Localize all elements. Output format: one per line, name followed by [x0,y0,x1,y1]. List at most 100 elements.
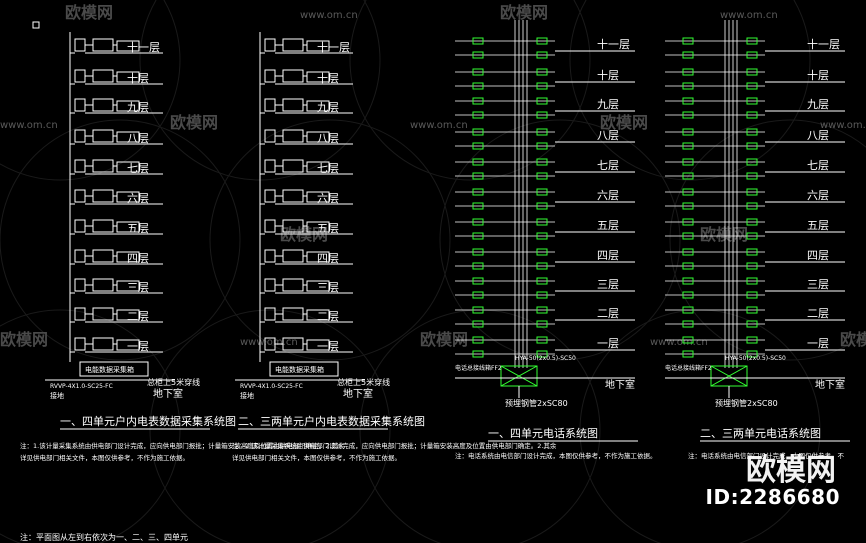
terminal-box [264,189,276,203]
meter-box [92,337,114,351]
site-watermark: www.om.cn [650,337,708,348]
floor-label: 十层 [807,68,829,82]
site-watermark: www.om.cn [0,120,58,131]
terminal-box [264,278,276,292]
floor-label: 五层 [597,219,619,232]
floor-label: 二层 [807,307,829,320]
floor-label: 四层 [807,249,829,262]
main-box-label: 电话总接线箱FF2 [665,364,712,372]
floor-label: 一层 [597,337,619,350]
cable-label: RVVP-4X1.0-SC25-FC [240,383,303,390]
cad-drawing: www.om.cn www.om.cn www.om.cn www.om.cn www.… [0,0,866,543]
floor-label: 八层 [597,129,619,142]
floor-label: 三层 [597,278,619,291]
basement-label: 地下室 [343,387,373,400]
collector-box-label: 电能数据采集箱 [275,365,324,374]
terminal-box [264,38,276,52]
floor-label: 十一层 [597,37,630,51]
watermark-circle [0,0,181,181]
floor-label: 一层 [807,337,829,350]
floor-label: 十层 [317,71,339,85]
floor-label: 十一层 [317,40,350,54]
site-watermark: www.om.cn [720,10,778,21]
floor-label: 二层 [597,307,619,320]
floor-label: 六层 [127,192,149,205]
brand-watermark-faint: 欧模网 [420,330,468,349]
wall-label: 总柜上5米穿线 [147,377,200,387]
meter-box [92,69,114,83]
pipe-label: 预埋钢管2xSC80 [715,398,778,408]
panel-note: 注：电话系统由电信部门设计完成，本图仅供参考，不作为施工依据。 [455,451,657,460]
brand-watermark-faint: 欧模网 [65,3,113,22]
brand-watermark-faint: 欧模网 [840,330,866,349]
floor-label: 五层 [317,222,339,235]
terminal-box [74,38,86,52]
floor-label: 八层 [317,132,339,145]
terminal-box [74,189,86,203]
meter-box [282,189,304,203]
brand-watermark: 欧模网 [746,453,836,488]
footer-note: 注：平面图从左到右依次为一、二、三、四单元 [20,532,188,542]
floor-label: 九层 [807,98,829,111]
terminal-box [74,129,86,143]
floor-label: 八层 [127,132,149,145]
meter-box [282,98,304,112]
floor-label: 九层 [317,101,339,114]
terminal-box [74,278,86,292]
brand-watermark-faint: 欧模网 [500,3,548,22]
terminal-box [264,98,276,112]
floor-label: 四层 [127,252,149,265]
terminal-box [74,69,86,83]
meter-box [92,38,114,52]
meter-box [282,69,304,83]
brand-watermark-faint: 欧模网 [700,225,748,244]
meter-box [282,159,304,173]
floor-label: 十一层 [807,37,840,51]
terminal-box [264,69,276,83]
meter-box [92,159,114,173]
watermark-circle [569,0,811,181]
id-watermark: ID:2286680 [705,485,840,509]
terminal-box [74,159,86,173]
floor-label: 六层 [317,192,339,205]
floor-label: 六层 [807,189,829,202]
floor-label: 三层 [317,281,339,294]
terminal-box [264,219,276,233]
floor-label: 三层 [127,281,149,294]
basement-label: 地下室 [153,387,183,400]
meter-box [92,129,114,143]
brand-watermark-faint: 欧模网 [0,330,48,349]
watermark-circle [209,119,451,361]
floor-label: 三层 [807,278,829,291]
floor-label: 十层 [597,68,619,82]
floor-label: 六层 [597,189,619,202]
basement-label: 地下室 [605,378,635,391]
panel-note: 详见供电部门相关文件，本图仅供参考，不作为施工依据。 [232,453,401,462]
floor-label: 四层 [597,249,619,262]
panel-title: 二、三两单元电话系统图 [700,427,821,440]
terminal-box [74,307,86,321]
panel-title: 一、四单元户内电表数据采集系统图 [60,414,236,428]
terminal-box [74,98,86,112]
collector-box-label: 电能数据采集箱 [85,365,134,374]
site-watermark: www.om.cn [240,337,298,348]
floor-label: 九层 [127,101,149,114]
site-watermark: www.om.cn [410,120,468,131]
floor-label: 七层 [127,162,149,175]
pipe-label: 预埋钢管2xSC80 [505,398,568,408]
floor-label: 九层 [597,98,619,111]
meter-box [92,98,114,112]
site-watermark: www.om.cn [300,10,358,21]
terminal-box [74,337,86,351]
meter-box [282,278,304,292]
floor-label: 十一层 [127,40,160,54]
meter-box [282,249,304,263]
meter-box [92,219,114,233]
panel-title: 二、三两单元户内电表数据采集系统图 [238,414,425,428]
floor-label: 八层 [807,129,829,142]
meter-box [92,249,114,263]
floor-label: 五层 [807,219,829,232]
panel-title: 一、四单元电话系统图 [488,427,598,440]
watermark-circle [349,0,591,181]
floor-label: 十层 [127,71,149,85]
